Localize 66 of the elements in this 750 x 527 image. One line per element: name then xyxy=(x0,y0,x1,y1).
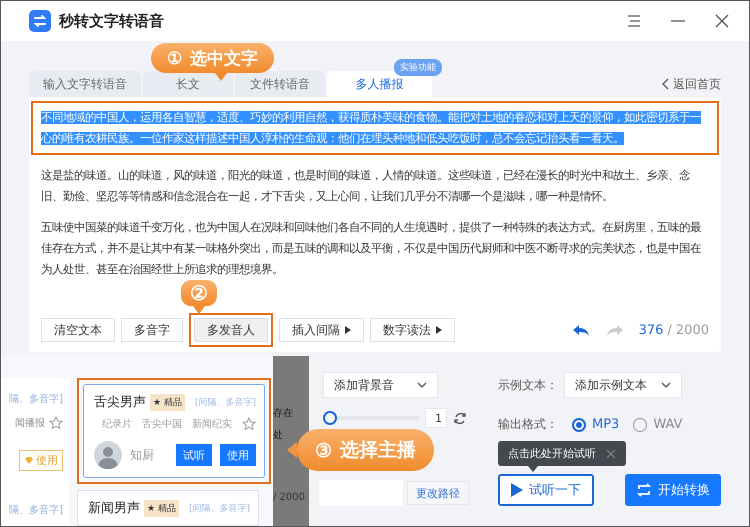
character-count: 376 xyxy=(638,322,664,338)
voice-tags: 隔、多音字] xyxy=(9,392,63,406)
tab[interactable]: 文件转语音 xyxy=(235,71,325,97)
tab[interactable]: 多人播报 xyxy=(327,71,432,97)
toolbar-button[interactable]: 清空文本 xyxy=(41,318,115,342)
close-icon[interactable] xyxy=(715,14,729,28)
field-label: 输出格式： xyxy=(498,416,558,433)
menu-icon[interactable] xyxy=(627,14,641,28)
chevron-left-icon xyxy=(661,78,669,90)
voice-category: 舌尖中国 xyxy=(142,418,182,431)
background-music-dropdown[interactable]: 添加背景音 xyxy=(323,372,438,398)
voice-tags: [间隔、多音字] xyxy=(194,396,256,408)
voice-category: 新闻纪实 xyxy=(192,418,232,431)
toolbar-button[interactable]: 插入间隔 xyxy=(279,318,364,342)
undo-icon[interactable] xyxy=(570,322,591,338)
change-path-button[interactable]: 更改路径 xyxy=(407,481,469,505)
radio-option[interactable]: MP3 xyxy=(572,417,620,432)
voice-name: 新闻男声 xyxy=(88,500,140,517)
caret-icon xyxy=(345,326,351,334)
voice-card[interactable]: 新闻男声 ★ 精品 [间隔、多音字] xyxy=(77,490,259,526)
voice-category: 纪录片 xyxy=(102,418,132,431)
covered-label: 存在 xyxy=(273,407,294,420)
convert-button[interactable]: 开始转换 xyxy=(625,474,721,506)
radio-option[interactable]: WAV xyxy=(633,417,682,432)
paragraph: 五味使中国菜的味道千变万化，也为中国人在况味和回味他们各自不同的人生境遇时，提供了一种特殊的表达方式。在厨房里，五味的最佳存在方式，并不是让其中有某一味格外突出，而是五味的调和以及平衡，不仅是中国历代厨师和中医不断寻求的完美状态，也是中国在为人处世、甚至在治国经世上所追求的理想境界。 xyxy=(41,220,702,278)
tooltip: 点击此处开始试听 xyxy=(498,441,626,472)
card-button[interactable]: 试听 xyxy=(176,444,212,466)
premium-badge: ★ 精品 xyxy=(150,394,185,410)
covered-label: 处 xyxy=(273,428,284,442)
preview-button[interactable]: 试听一下 xyxy=(498,474,594,506)
tab-badge: 实验功能 xyxy=(394,59,442,76)
caret-icon xyxy=(436,326,442,334)
star-icon[interactable] xyxy=(49,416,63,430)
paragraph: 这是盐的味道。山的味道，风的味道，阳光的味道，也是时间的味道，人情的味道。这些味道，已经在漫长的时光中和故土、乡亲、念旧、勤俭、坚忍等等情感和信念混合在一起，才下舌尖，又上心间，让我们几乎分不清哪一个是滋味，哪一种是情怀。 xyxy=(41,168,691,205)
premium-badge: ★ 精品 xyxy=(144,500,179,516)
voice-category: 闻播报 xyxy=(15,416,45,430)
play-icon xyxy=(511,483,523,497)
callout: ③ 选择主播 xyxy=(287,429,434,471)
toolbar-button[interactable]: 多发音人 xyxy=(194,318,268,342)
tab[interactable]: 输入文字转语音 xyxy=(29,71,141,97)
number-field[interactable]: 1 xyxy=(425,408,447,428)
covered-label: / 2000 xyxy=(273,492,306,503)
voice-author: 知厨 xyxy=(130,446,154,464)
diamond-icon xyxy=(24,456,34,465)
avatar-icon xyxy=(94,441,122,469)
refresh-icon[interactable] xyxy=(453,411,467,425)
toolbar-button[interactable]: 数字读法 xyxy=(370,318,455,342)
window-title: 秒转文字转语音 xyxy=(59,12,164,30)
voice-tags: [间隔、多音字] xyxy=(188,502,250,514)
voice-tags: 隔、多音字] xyxy=(9,503,63,517)
convert-icon xyxy=(636,482,652,498)
slider-thumb[interactable] xyxy=(323,411,337,425)
card-button[interactable]: 使用 xyxy=(220,444,256,466)
voice-card[interactable]: 舌尖男声 ★ 精品 [间隔、多音字] 纪录片 舌尖中国 新闻纪实 知厨 试听 使用 xyxy=(83,384,265,478)
character-limit: / 2000 xyxy=(667,322,709,338)
callout: ② xyxy=(181,280,217,314)
back-link[interactable]: 返回首页 xyxy=(661,76,721,92)
selected-paragraph: 不同地域的中国人，运用各自智慧，适度、巧妙的利用自然，获得质朴美味的食物。能把对土地的眷恋和对上天的景仰，如此密切系于一心的唯有农耕民族。一位作家这样描述中国人淳朴的生命观：他们在埋头种地和低头吃饭时，总不会忘记抬头看一看天。 xyxy=(41,110,702,147)
chevron-down-icon xyxy=(661,382,671,388)
star-icon[interactable] xyxy=(242,417,256,431)
chevron-down-icon xyxy=(417,382,427,388)
sample-text-dropdown[interactable]: 添加示例文本 xyxy=(564,372,682,398)
voice-name: 舌尖男声 xyxy=(94,394,146,411)
field-label: 示例文本： xyxy=(498,376,558,394)
app-logo-icon xyxy=(29,10,51,32)
toolbar-button[interactable]: 多音字 xyxy=(121,318,183,342)
